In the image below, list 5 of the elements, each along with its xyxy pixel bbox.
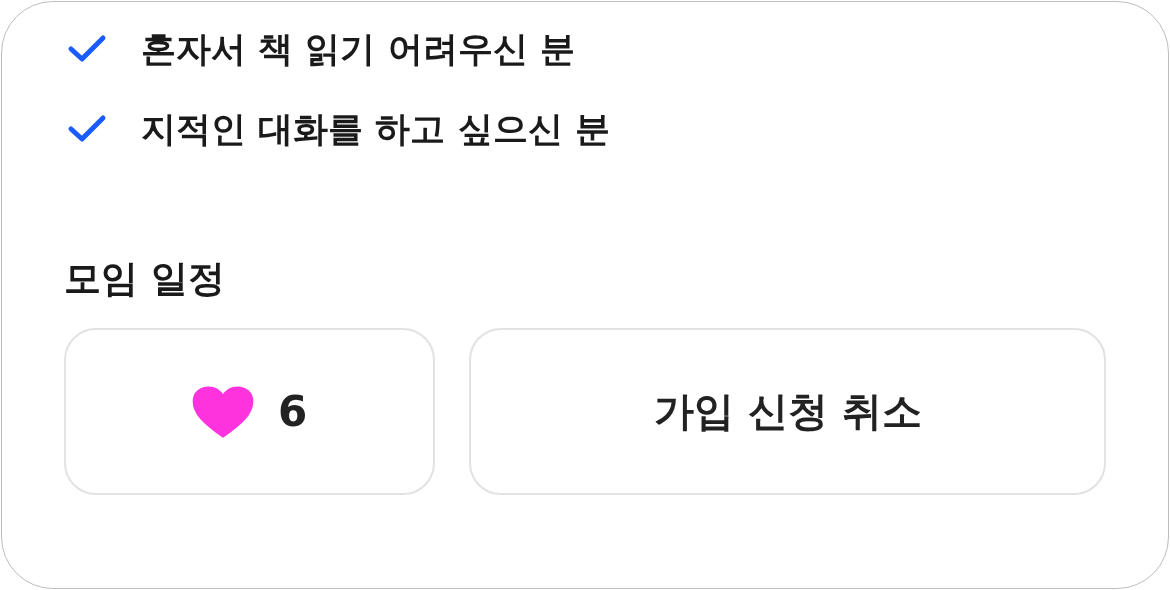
checklist-item-text: 지적인 대화를 하고 싶으신 분 — [141, 107, 610, 151]
section-title: 모임 일정 — [64, 256, 226, 302]
checklist-item-text: 혼자서 책 읽기 어려우신 분 — [141, 27, 575, 71]
cancel-application-button[interactable]: 가입 신청 취소 — [469, 328, 1106, 495]
like-button[interactable]: 6 — [64, 328, 436, 495]
